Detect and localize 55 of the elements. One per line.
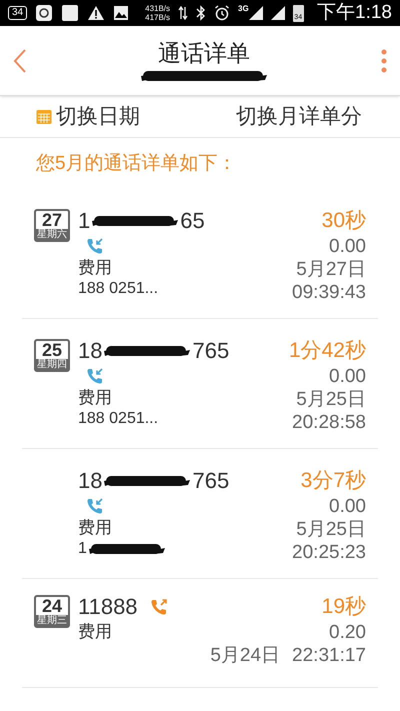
phone-number: 1 65 (78, 206, 205, 234)
call-duration: 30秒 (322, 208, 366, 234)
fee-label: 费用 (78, 516, 113, 538)
call-duration: 1分42秒 (288, 338, 366, 364)
call-cost: 0.00 (329, 364, 366, 388)
call-record[interactable]: 25 星期四 18 765 费用 188 0251... 1分42秒 0.00 5月25日 20:28:58 (22, 318, 378, 448)
calendar-icon (36, 108, 52, 124)
back-icon[interactable] (12, 48, 28, 74)
call-time: 20:28:58 (292, 410, 366, 434)
phone-number: 18 765 (78, 466, 230, 494)
call-date: 5月25日 (296, 518, 366, 540)
sync-icon (35, 4, 54, 22)
page-title: 通话详单 (158, 38, 250, 68)
signal-icon (270, 5, 285, 21)
call-record[interactable]: 27 星期六 1 65 费用 188 0251... 30秒 0.00 5月27日 09:39:43 (22, 188, 378, 318)
call-time: 09:39:43 (292, 280, 366, 304)
notification-badge: 34 (8, 6, 28, 20)
clock: 下午1:18 (317, 0, 392, 25)
upload-speed: 431B/s (145, 4, 170, 13)
data-transfer-icon (178, 6, 188, 20)
bluetooth-icon (196, 5, 206, 21)
fee-label: 费用 (78, 386, 113, 408)
call-date: 5月24日 (210, 644, 280, 666)
signal-icon (248, 5, 263, 21)
call-date: 5月27日 (296, 258, 366, 280)
calendar-day-icon: 24 星期三 (34, 594, 70, 628)
more-options-icon[interactable] (380, 48, 388, 74)
caller-number: 1 (78, 538, 292, 558)
fee-label: 费用 (78, 620, 113, 642)
warning-icon (87, 5, 106, 21)
call-cost: 0.00 (329, 234, 366, 258)
call-record[interactable]: 18 765 费用 1 3分7秒 0.00 5月25日 20:25:23 (22, 448, 378, 578)
call-duration: 3分7秒 (300, 468, 366, 494)
call-duration: 19秒 (322, 594, 366, 620)
fee-label: 费用 (78, 256, 113, 278)
call-cost: 0.20 (329, 620, 366, 644)
caller-number: 188 0251... (78, 408, 160, 428)
alarm-icon (214, 5, 230, 21)
phone-number: 18 765 (78, 336, 230, 364)
switch-month-button[interactable]: 切换月详单分 (236, 100, 362, 132)
image-icon (113, 5, 130, 21)
calendar-day-icon: 25 星期四 (34, 338, 70, 372)
switch-date-button[interactable]: 切换日期 (36, 100, 140, 132)
download-speed: 417B/s (145, 13, 170, 22)
call-time: 20:25:23 (292, 540, 366, 564)
list-heading: 您5月的通话详单如下： (36, 153, 237, 174)
network-type: 3G (238, 5, 249, 13)
blank-notification-icon (61, 4, 80, 22)
phone-number: 11888 (78, 592, 138, 620)
caller-number: 188 0251... (78, 278, 160, 298)
call-record[interactable]: 24 星期三 11888 费用 19秒 0.20 5月24日 22:31:17 (22, 578, 378, 688)
call-cost: 0.00 (329, 494, 366, 518)
call-time: 22:31:17 (292, 644, 366, 666)
calendar-day-icon: 27 星期六 (34, 208, 70, 242)
call-date: 5月25日 (296, 388, 366, 410)
